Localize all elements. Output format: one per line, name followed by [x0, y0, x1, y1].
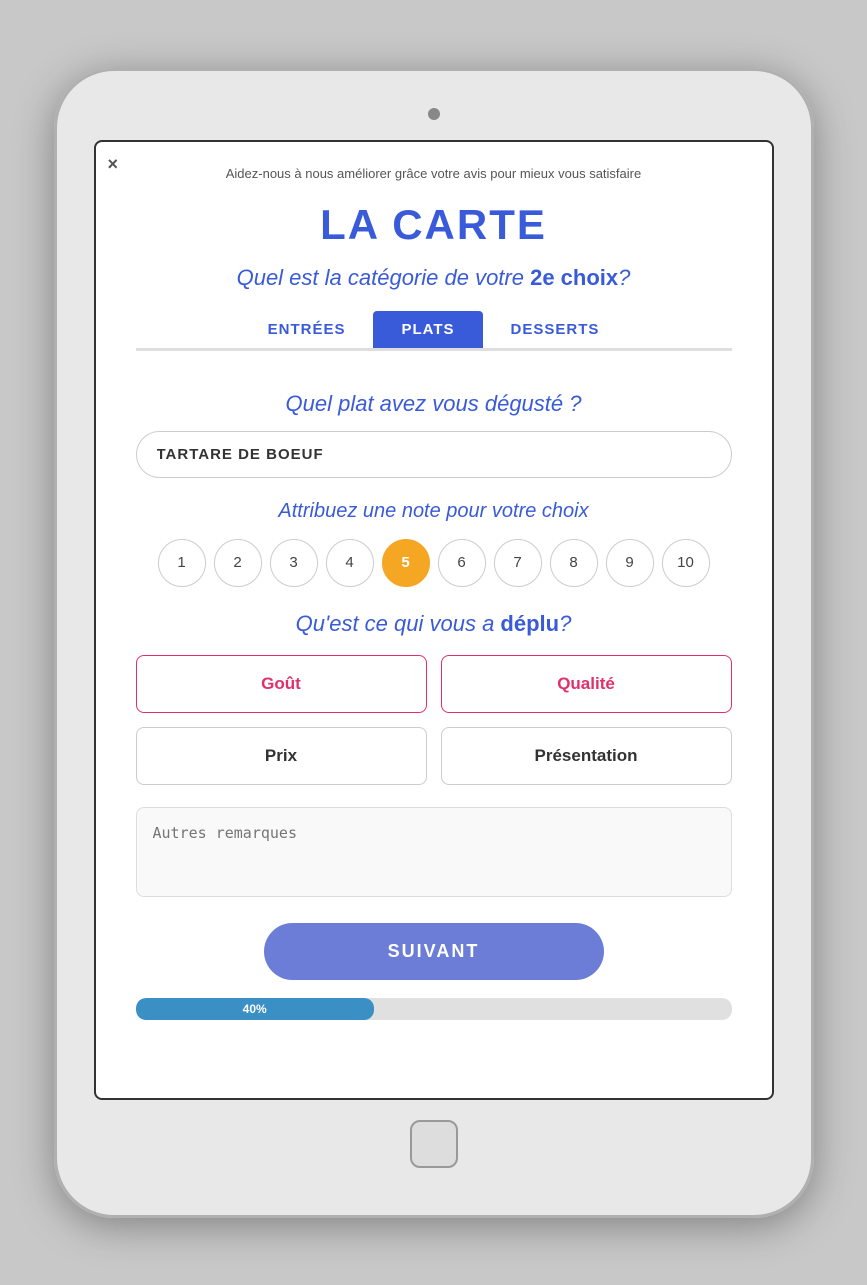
tab-plats[interactable]: PLATS: [373, 311, 482, 348]
rating-10[interactable]: 10: [662, 539, 710, 587]
option-qualite[interactable]: Qualité: [441, 655, 732, 713]
rating-9[interactable]: 9: [606, 539, 654, 587]
category-question-prefix: Quel est la catégorie de votre: [237, 265, 531, 290]
progress-container: 40%: [136, 998, 732, 1020]
rating-4[interactable]: 4: [326, 539, 374, 587]
dish-input[interactable]: [136, 431, 732, 478]
tablet-frame: × Aidez-nous à nous améliorer grâce votr…: [54, 68, 814, 1218]
progress-label: 40%: [243, 1002, 267, 1016]
page-title: LA CARTE: [320, 201, 547, 249]
rating-1[interactable]: 1: [158, 539, 206, 587]
option-prix[interactable]: Prix: [136, 727, 427, 785]
category-question: Quel est la catégorie de votre 2e choix?: [237, 265, 631, 291]
rating-container: 1 2 3 4 5 6 7 8 9 10: [158, 539, 710, 587]
rating-2[interactable]: 2: [214, 539, 262, 587]
remarks-input[interactable]: [136, 807, 732, 897]
progress-bar: 40%: [136, 998, 374, 1020]
dislike-question-prefix: Qu'est ce qui vous a: [296, 611, 501, 636]
rating-question: Attribuez une note pour votre choix: [278, 500, 588, 523]
modal-container: × Aidez-nous à nous améliorer grâce votr…: [94, 140, 774, 1100]
tablet-home-button[interactable]: [410, 1120, 458, 1168]
tab-entrees[interactable]: ENTRÉES: [240, 311, 374, 348]
rating-3[interactable]: 3: [270, 539, 318, 587]
category-question-suffix: ?: [618, 265, 630, 290]
suivant-button[interactable]: SUIVANT: [264, 923, 604, 980]
close-button[interactable]: ×: [108, 154, 119, 175]
option-gout[interactable]: Goût: [136, 655, 427, 713]
tablet-camera: [428, 108, 440, 120]
tabs-container: ENTRÉES PLATS DESSERTS: [136, 311, 732, 350]
dislike-question: Qu'est ce qui vous a déplu?: [296, 611, 572, 637]
rating-6[interactable]: 6: [438, 539, 486, 587]
options-grid: Goût Qualité Prix Présentation: [136, 655, 732, 785]
rating-8[interactable]: 8: [550, 539, 598, 587]
dish-question: Quel plat avez vous dégusté ?: [286, 391, 582, 417]
category-question-bold: 2e choix: [530, 265, 618, 290]
rating-7[interactable]: 7: [494, 539, 542, 587]
option-presentation[interactable]: Présentation: [441, 727, 732, 785]
rating-5[interactable]: 5: [382, 539, 430, 587]
section-divider: [136, 350, 732, 351]
subtitle-text: Aidez-nous à nous améliorer grâce votre …: [226, 166, 641, 181]
tab-desserts[interactable]: DESSERTS: [483, 311, 628, 348]
dislike-question-suffix: ?: [559, 611, 571, 636]
dislike-question-bold: déplu: [500, 611, 559, 636]
